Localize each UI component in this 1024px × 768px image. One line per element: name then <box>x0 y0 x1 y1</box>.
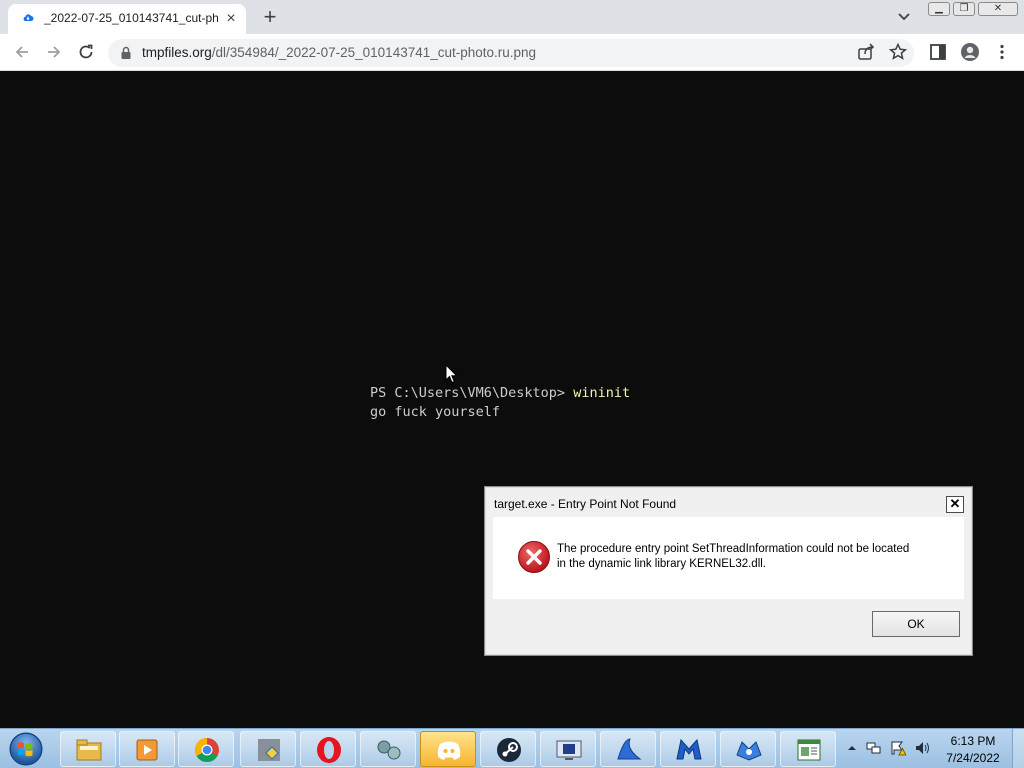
window-controls: ▁ ❐ ✕ <box>926 0 1024 18</box>
discord-icon <box>437 741 461 760</box>
taskbar-media-player[interactable] <box>119 731 175 767</box>
taskbar-malwarebytes[interactable] <box>660 731 716 767</box>
malwarebytes-alt-icon <box>736 741 762 761</box>
console-command: wininit <box>573 385 631 401</box>
lock-icon[interactable] <box>120 46 132 60</box>
ok-button[interactable]: OK <box>872 611 960 637</box>
console-response: go fuck yourself <box>370 404 501 420</box>
profile-icon[interactable] <box>960 42 980 62</box>
volume-icon[interactable] <box>914 740 930 756</box>
browser-tab[interactable]: _2022-07-25_010143741_cut-photo.ru.png × <box>8 4 246 34</box>
restore-button[interactable]: ❐ <box>953 2 975 16</box>
taskbar: 6:13 PM 7/24/2022 <box>0 728 1024 768</box>
control-panel-icon <box>258 739 280 761</box>
error-icon <box>518 541 550 573</box>
mouse-cursor-icon <box>445 364 458 384</box>
taskbar-notepad[interactable] <box>780 731 836 767</box>
address-bar[interactable]: tmpfiles.org/dl/354984/_2022-07-25_01014… <box>108 39 914 67</box>
url-text: tmpfiles.org/dl/354984/_2022-07-25_01014… <box>142 45 536 60</box>
dialog-title: target.exe - Entry Point Not Found <box>494 497 677 511</box>
show-desktop-button[interactable] <box>1012 729 1024 768</box>
new-tab-button[interactable]: + <box>258 6 282 30</box>
dialog-body: The procedure entry point SetThreadInfor… <box>493 517 964 599</box>
error-dialog: target.exe - Entry Point Not Found ✕ The… <box>484 486 973 656</box>
url-host: tmpfiles.org <box>142 45 212 60</box>
back-icon[interactable] <box>12 42 32 62</box>
action-center-warning-icon[interactable] <box>890 740 906 756</box>
tab-strip: _2022-07-25_010143741_cut-photo.ru.png ×… <box>0 0 1024 34</box>
start-button-icon[interactable] <box>6 731 46 767</box>
taskbar-file-explorer[interactable] <box>60 731 116 767</box>
dialog-message-line1: The procedure entry point SetThreadInfor… <box>557 543 910 555</box>
clock-time[interactable]: 6:13 PM <box>938 734 1008 748</box>
dialog-message: The procedure entry point SetThreadInfor… <box>557 542 957 572</box>
taskbar-chrome[interactable] <box>178 731 234 767</box>
console-prompt: PS C:\Users\VM6\Desktop> <box>370 385 574 401</box>
dialog-close-button[interactable]: ✕ <box>946 496 964 513</box>
taskbar-network[interactable] <box>360 731 416 767</box>
tab-search-chevron-icon[interactable] <box>894 9 914 25</box>
console-output: PS C:\Users\VM6\Desktop> wininit go fuck… <box>370 384 630 422</box>
url-path: /dl/354984/_2022-07-25_010143741_cut-pho… <box>211 45 537 60</box>
share-icon[interactable] <box>856 42 876 62</box>
taskbar-steam[interactable] <box>480 731 536 767</box>
bookmark-star-icon[interactable] <box>888 42 908 62</box>
taskbar-display[interactable] <box>540 731 596 767</box>
close-window-button[interactable]: ✕ <box>978 2 1018 16</box>
dialog-message-line2: in the dynamic link library KERNEL32.dll… <box>557 558 767 570</box>
chrome-icon <box>194 738 219 763</box>
tab-title: _2022-07-25_010143741_cut-photo.ru.png <box>44 11 218 25</box>
tab-close-icon[interactable]: × <box>222 10 240 28</box>
media-player-icon <box>136 739 158 761</box>
reload-icon[interactable] <box>76 42 96 62</box>
opera-icon <box>317 737 341 763</box>
network-icon <box>377 740 401 760</box>
taskbar-malwarebytes-alt[interactable] <box>720 731 776 767</box>
network-status-icon[interactable] <box>866 740 882 756</box>
file-explorer-icon <box>76 739 102 761</box>
cloud-favicon-icon <box>23 14 34 21</box>
menu-icon[interactable] <box>992 42 1012 62</box>
malwarebytes-icon <box>676 738 702 760</box>
clock-date[interactable]: 7/24/2022 <box>938 751 1008 765</box>
side-panel-icon[interactable] <box>928 42 948 62</box>
display-icon <box>556 740 582 760</box>
taskbar-control-panel[interactable] <box>240 731 296 767</box>
notepad-icon <box>797 739 821 761</box>
app-icon <box>617 738 642 760</box>
show-hidden-icons-icon[interactable] <box>844 740 860 756</box>
taskbar-opera[interactable] <box>300 731 356 767</box>
taskbar-app[interactable] <box>600 731 656 767</box>
forward-icon[interactable] <box>44 42 64 62</box>
steam-icon <box>497 738 521 762</box>
minimize-button[interactable]: ▁ <box>928 2 950 16</box>
browser-toolbar: tmpfiles.org/dl/354984/_2022-07-25_01014… <box>0 34 1024 71</box>
taskbar-discord[interactable] <box>420 731 476 767</box>
